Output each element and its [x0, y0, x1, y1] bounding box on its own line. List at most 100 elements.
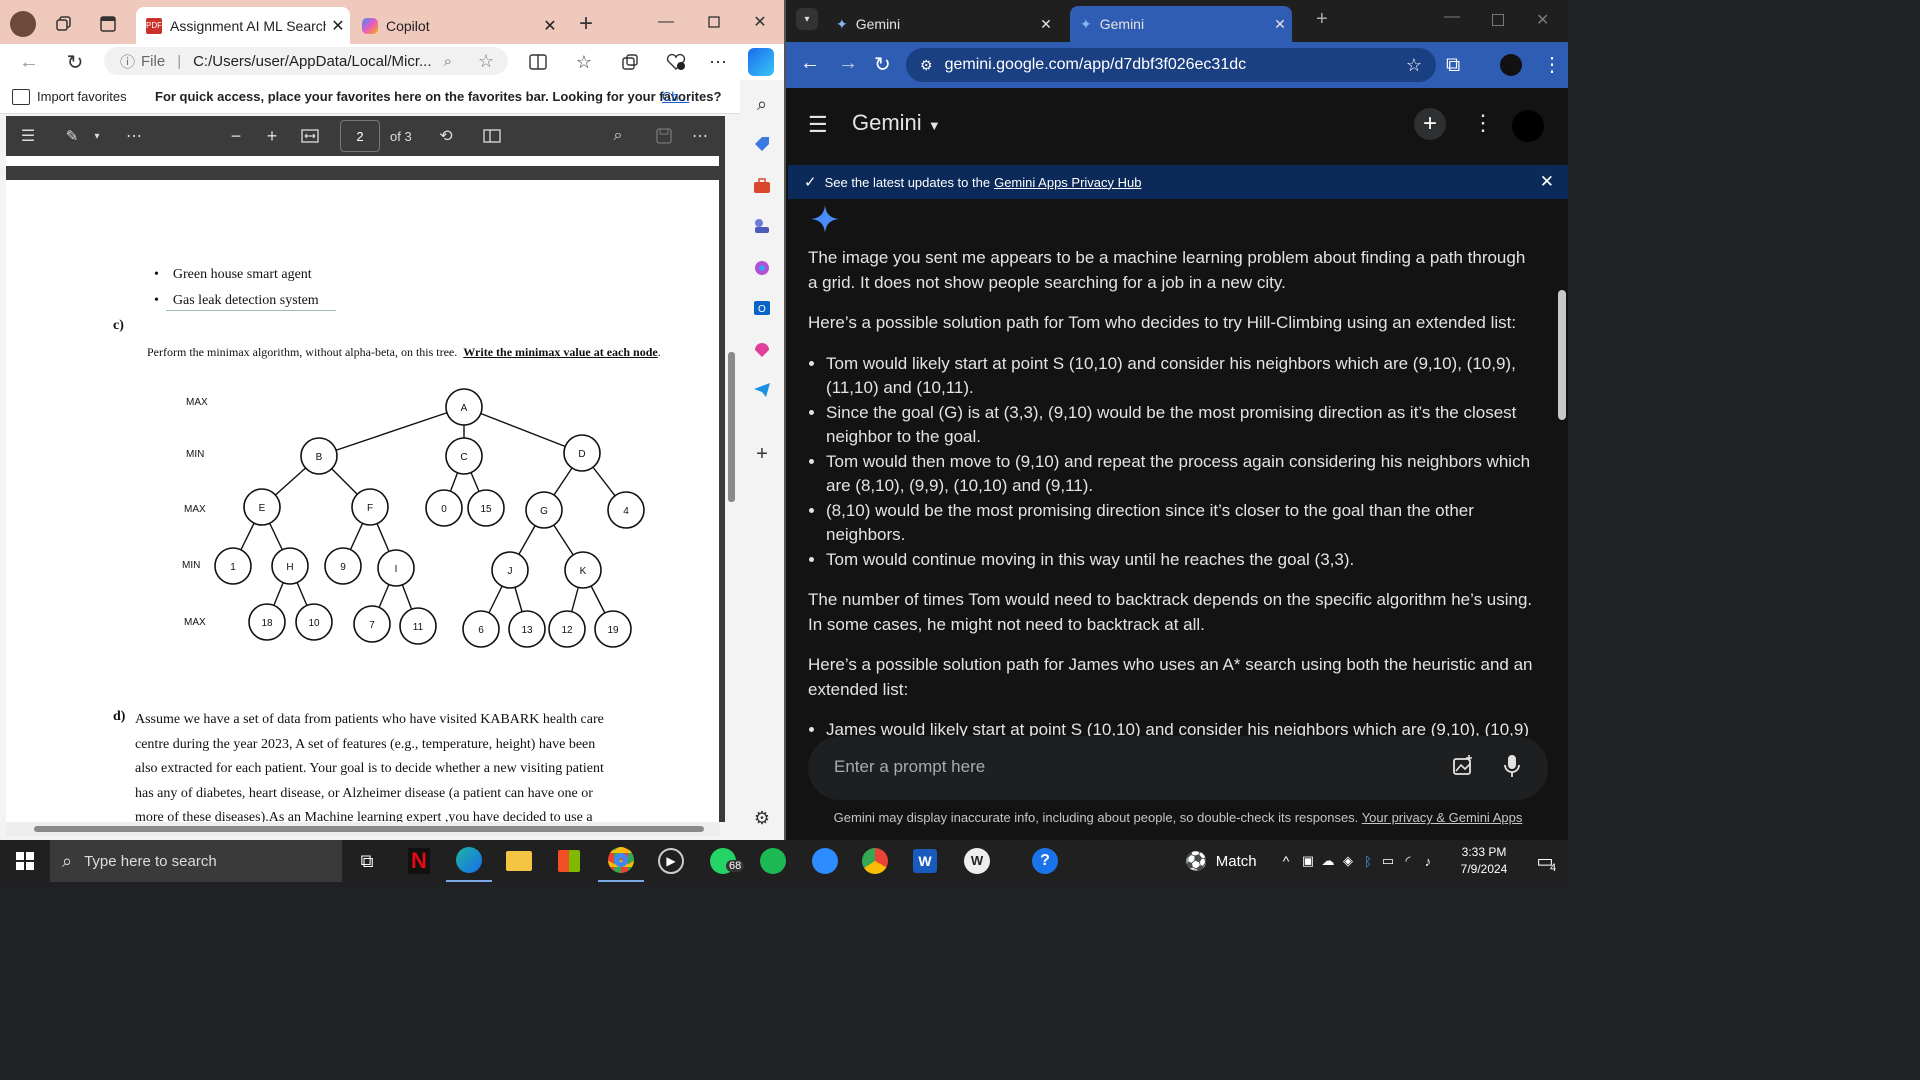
favorites-icon[interactable]: ☆: [572, 50, 596, 74]
copilot-sidebar-icon[interactable]: [748, 48, 774, 76]
battery-icon[interactable]: ▭: [1378, 840, 1398, 882]
more-options-icon[interactable]: ⋮: [1472, 110, 1494, 136]
close-tab-icon[interactable]: ✕: [1268, 16, 1292, 33]
contents-icon[interactable]: ☰: [16, 124, 40, 148]
wps-icon[interactable]: W: [954, 840, 1000, 882]
fit-width-icon[interactable]: [298, 124, 322, 148]
taskbar-search[interactable]: ⌕ Type here to search: [50, 840, 342, 882]
close-tab-icon[interactable]: ✕: [538, 16, 562, 36]
rotate-icon[interactable]: ⟲: [434, 124, 458, 148]
maximize-icon[interactable]: [1492, 14, 1504, 26]
tab-gemini-2[interactable]: ✦ Gemini ✕: [1070, 6, 1292, 42]
save-icon[interactable]: [652, 124, 676, 148]
vertical-scrollbar[interactable]: [725, 116, 739, 822]
show-hidden-icons[interactable]: ^: [1276, 840, 1296, 882]
microsoft-store-icon[interactable]: [546, 840, 592, 882]
profile-avatar[interactable]: [10, 11, 36, 37]
chrome-profile-icon[interactable]: [852, 840, 898, 882]
media-player-icon[interactable]: ▶: [648, 840, 694, 882]
refresh-icon[interactable]: ↻: [874, 52, 891, 77]
browser-essentials-icon[interactable]: [664, 50, 688, 74]
site-settings-icon[interactable]: ⚙: [920, 57, 933, 74]
tab-gemini-1[interactable]: ✦ Gemini ✕: [826, 6, 1058, 42]
prompt-input[interactable]: Enter a prompt here: [808, 736, 1548, 800]
tab-assignment-pdf[interactable]: PDF Assignment AI ML Search A ✕: [136, 7, 350, 44]
volume-icon[interactable]: ♪: [1418, 840, 1438, 882]
close-window-icon[interactable]: ✕: [748, 10, 772, 34]
split-screen-icon[interactable]: [526, 50, 550, 74]
maximize-icon[interactable]: [702, 10, 726, 34]
main-menu-icon[interactable]: ☰: [808, 112, 828, 138]
scroll-thumb[interactable]: [728, 352, 735, 502]
chrome-menu-icon[interactable]: ⋮: [1542, 52, 1562, 77]
close-banner-icon[interactable]: ✕: [1540, 172, 1554, 192]
horizontal-scrollbar[interactable]: [6, 822, 720, 836]
tools-icon[interactable]: [750, 174, 774, 198]
back-icon[interactable]: ←: [800, 52, 820, 75]
start-button[interactable]: [2, 840, 48, 882]
designer-icon[interactable]: [750, 338, 774, 362]
file-explorer-icon[interactable]: [496, 840, 542, 882]
workspaces-icon[interactable]: [52, 12, 76, 36]
spotify-icon[interactable]: [750, 840, 796, 882]
zoom-icon[interactable]: ⌕: [444, 53, 452, 70]
profile-avatar[interactable]: [1500, 54, 1522, 76]
forward-icon[interactable]: →: [838, 52, 858, 75]
bookmark-star-icon[interactable]: ☆: [1406, 55, 1422, 76]
new-chat-button[interactable]: +: [1414, 108, 1446, 140]
pdf-more-icon[interactable]: ⋯: [688, 124, 712, 148]
scroll-thumb[interactable]: [1558, 290, 1566, 420]
page-number-input[interactable]: 2: [340, 120, 380, 152]
chrome-icon[interactable]: [598, 840, 644, 882]
word-icon[interactable]: W: [902, 840, 948, 882]
star-icon[interactable]: ☆: [478, 51, 494, 72]
meet-now-icon[interactable]: ▣: [1298, 840, 1318, 882]
favorites-link[interactable]: Ch...: [662, 89, 689, 104]
privacy-hub-link[interactable]: Gemini Apps Privacy Hub: [994, 175, 1141, 190]
privacy-link[interactable]: Your privacy & Gemini Apps: [1362, 810, 1523, 825]
new-tab-icon[interactable]: +: [1316, 8, 1328, 31]
onedrive-icon[interactable]: ☁: [1318, 840, 1338, 882]
edge-icon[interactable]: [446, 840, 492, 882]
close-tab-icon[interactable]: ✕: [1034, 16, 1058, 33]
weather-widget[interactable]: ⚽ Match: [1176, 840, 1266, 882]
page-view-icon[interactable]: [480, 124, 504, 148]
close-window-icon[interactable]: ✕: [1536, 10, 1549, 30]
minimize-icon[interactable]: —: [654, 8, 678, 36]
zoom-in-icon[interactable]: +: [260, 124, 284, 148]
model-selector[interactable]: Gemini ▼: [852, 110, 941, 136]
address-bar[interactable]: ⓘ File | C:/Users/user/AppData/Local/Mic…: [104, 47, 508, 75]
microsoft365-icon[interactable]: [750, 256, 774, 280]
import-favorites-button[interactable]: Import favorites: [37, 89, 127, 104]
help-icon[interactable]: ?: [1022, 840, 1068, 882]
task-view-icon[interactable]: ⧉: [344, 840, 390, 882]
more-tools-icon[interactable]: ⋯: [122, 124, 146, 148]
wifi-icon[interactable]: ◜: [1398, 840, 1418, 882]
games-icon[interactable]: [750, 214, 774, 238]
close-tab-icon[interactable]: ✕: [326, 16, 350, 36]
security-icon[interactable]: ◈: [1338, 840, 1358, 882]
zoom-out-icon[interactable]: −: [224, 124, 248, 148]
scroll-thumb[interactable]: [34, 826, 704, 832]
notification-center-icon[interactable]: ▭ 4: [1522, 840, 1568, 882]
add-app-icon[interactable]: +: [750, 442, 774, 466]
refresh-icon[interactable]: ↻: [62, 50, 88, 74]
address-bar[interactable]: ⚙ gemini.google.com/app/d7dbf3f026ec31dc…: [906, 48, 1436, 82]
clock[interactable]: 3:33 PM 7/9/2024: [1448, 844, 1520, 878]
extensions-icon[interactable]: ⧉: [1446, 54, 1460, 77]
microphone-icon[interactable]: [1502, 754, 1526, 780]
search-icon[interactable]: ⌕: [606, 124, 630, 148]
zoom-icon[interactable]: [802, 840, 848, 882]
settings-icon[interactable]: ⚙: [750, 806, 774, 830]
netflix-icon[interactable]: N: [396, 840, 442, 882]
bluetooth-icon[interactable]: ᛒ: [1358, 840, 1378, 882]
telegram-icon[interactable]: [750, 378, 774, 402]
tab-search-icon[interactable]: ▾: [796, 8, 818, 30]
shopping-icon[interactable]: [750, 132, 774, 156]
account-avatar[interactable]: [1512, 110, 1544, 142]
more-menu-icon[interactable]: ⋯: [706, 50, 730, 74]
whatsapp-icon[interactable]: 68: [700, 840, 746, 882]
new-tab-icon[interactable]: +: [574, 10, 598, 38]
search-icon[interactable]: ⌕: [750, 92, 774, 116]
tab-copilot[interactable]: Copilot ✕: [352, 7, 562, 44]
